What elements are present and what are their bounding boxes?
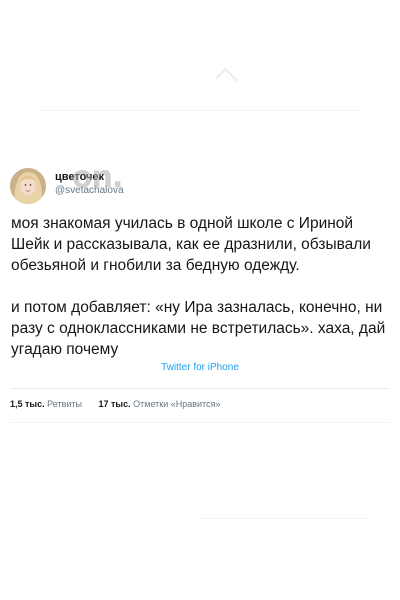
author-display-name[interactable]: цветочек	[55, 171, 124, 184]
avatar-photo-icon	[10, 168, 46, 204]
faded-chevron-icon	[215, 67, 239, 91]
tweet-stats: 1,5 тыс. Ретвиты 17 тыс. Отметки «Нравит…	[10, 399, 234, 409]
faded-divider	[200, 518, 370, 519]
retweets-count: 1,5 тыс.	[10, 399, 45, 409]
author-handle[interactable]: @svetachalova	[55, 184, 124, 197]
tweet-paragraph: и потом добавляет: «ну Ира зазналась, ко…	[11, 299, 386, 358]
divider	[10, 388, 390, 389]
faded-background-area	[0, 0, 400, 150]
retweets-stat[interactable]: 1,5 тыс. Ретвиты	[10, 399, 82, 409]
likes-stat[interactable]: 17 тыс. Отметки «Нравится»	[99, 399, 221, 409]
divider	[10, 422, 390, 423]
tweet-paragraph: моя знакомая училась в одной школе с Ири…	[11, 215, 371, 274]
tweet-text: моя знакомая училась в одной школе с Ири…	[11, 213, 391, 360]
avatar[interactable]	[10, 168, 46, 204]
faded-divider	[40, 110, 360, 111]
likes-label: Отметки «Нравится»	[133, 399, 221, 409]
author-names: цветочек @svetachalova	[55, 171, 124, 197]
likes-count: 17 тыс.	[98, 399, 131, 409]
tweet-source-label[interactable]: Twitter for iPhone	[0, 362, 400, 373]
tweet-header: цветочек @svetachalova on.	[10, 160, 310, 206]
retweets-label: Ретвиты	[47, 399, 82, 409]
